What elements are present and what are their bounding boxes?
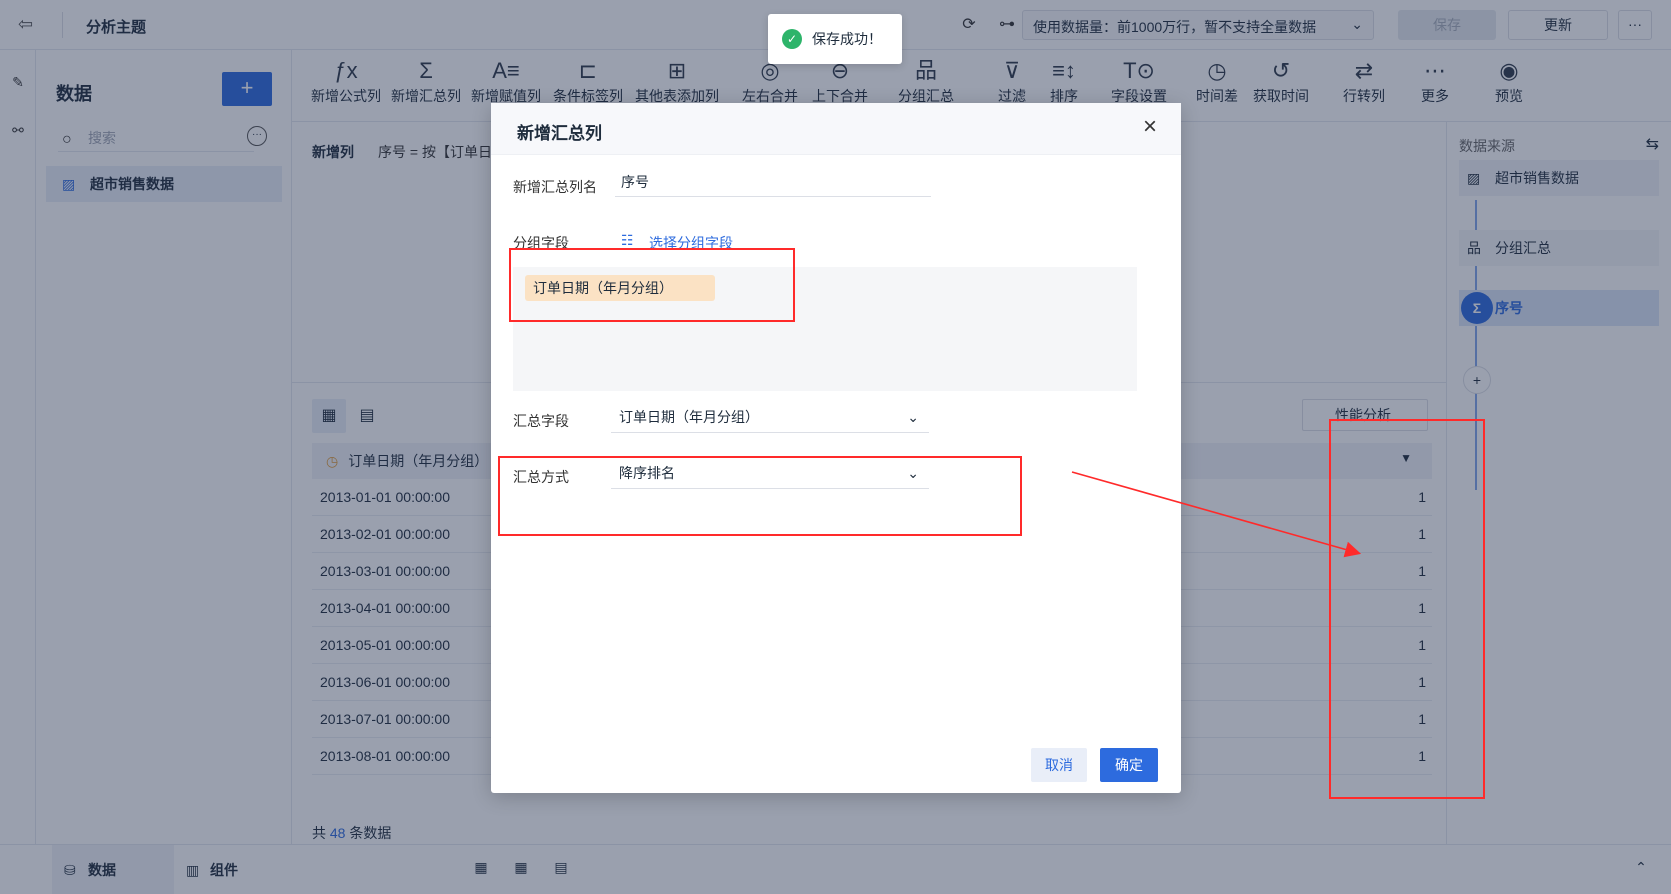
field-list-icon: ☷ — [621, 232, 634, 248]
summary-field-select[interactable]: 订单日期（年月分组） ⌄ — [611, 401, 929, 433]
confirm-button[interactable]: 确定 — [1100, 748, 1158, 782]
summary-field-value: 订单日期（年月分组） — [619, 409, 759, 425]
dialog-header: 新增汇总列 × — [491, 103, 1181, 155]
column-name-label: 新增汇总列名 — [513, 179, 597, 195]
dialog-title: 新增汇总列 — [517, 124, 602, 143]
close-icon[interactable]: × — [1143, 115, 1157, 139]
add-summary-column-dialog: 新增汇总列 × 新增汇总列名 序号 分组字段 ☷ 选择分组字段 订单日期（年月分组… — [491, 103, 1181, 793]
check-icon: ✓ — [782, 29, 802, 49]
annotation-box-result-column — [1329, 419, 1485, 799]
annotation-box-group-field — [509, 248, 795, 322]
summary-field-label: 汇总字段 — [513, 413, 569, 429]
chevron-down-icon: ⌄ — [907, 409, 919, 425]
toast-text: 保存成功！ — [812, 31, 882, 47]
annotation-box-summary-method — [498, 456, 1022, 536]
cancel-button[interactable]: 取消 — [1031, 748, 1087, 782]
column-name-input[interactable]: 序号 — [615, 167, 931, 197]
success-toast: ✓ 保存成功！ — [768, 14, 902, 64]
